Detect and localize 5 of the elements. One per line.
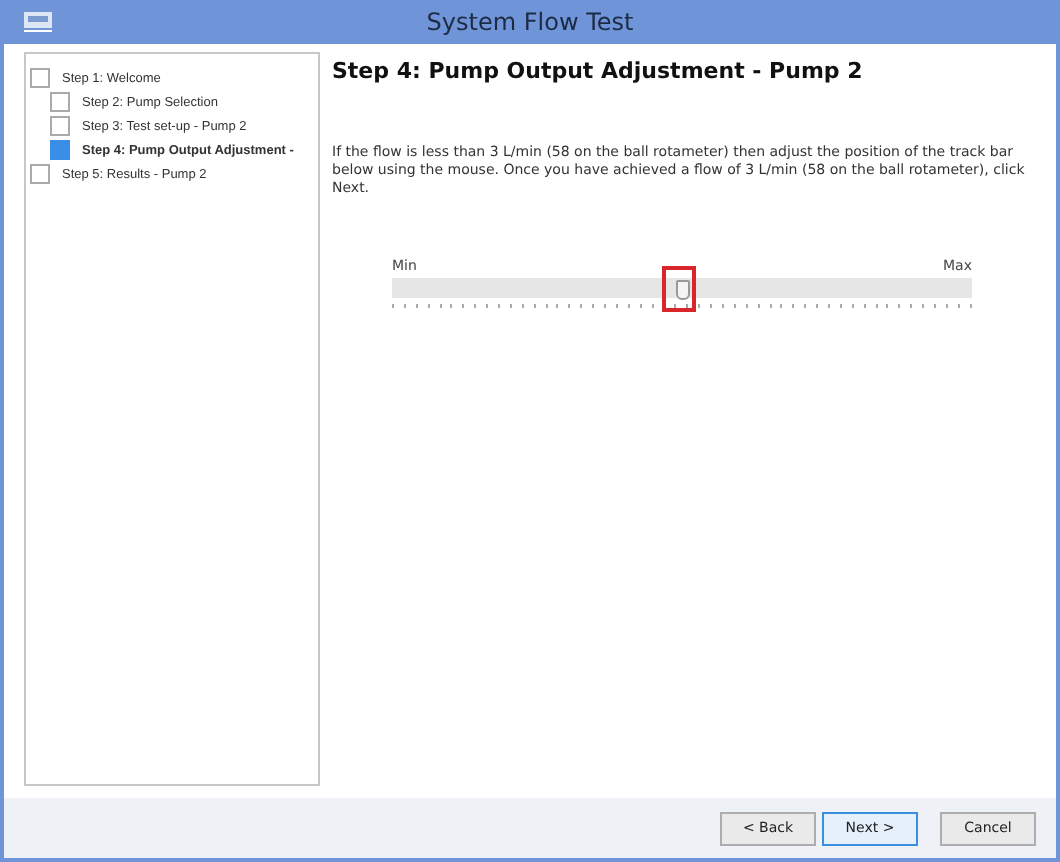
app-icon <box>24 12 52 32</box>
page-heading: Step 4: Pump Output Adjustment - Pump 2 <box>332 58 865 84</box>
window-title: System Flow Test <box>424 8 636 36</box>
slider-track[interactable] <box>392 278 972 298</box>
slider-thumb[interactable] <box>676 280 690 300</box>
